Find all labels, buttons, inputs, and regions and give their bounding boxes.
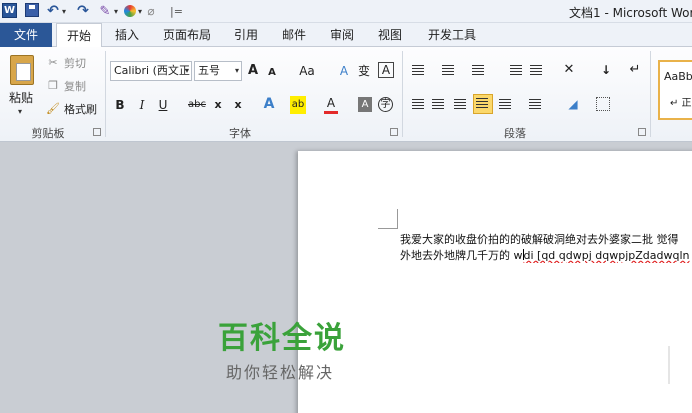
ribbon: 粘贴 ▾ ✂ 剪切 ❐ 复制 🖌 格式刷 剪贴板 Calibri (西文正 ▾ … [0,47,692,142]
line-spacing-icon[interactable] [527,96,543,112]
chevron-down-icon: ▾ [234,66,239,75]
format-painter-label: 格式刷 [64,103,97,116]
char-border-button[interactable]: A [378,62,394,78]
style-normal[interactable]: AaBbCcDd ↵ 正文 [658,60,692,120]
borders-icon[interactable] [596,97,610,111]
chinese-layout-icon[interactable]: ✕ [560,61,578,79]
color-dropdown-icon[interactable]: ▾ [138,3,142,19]
bold-button[interactable]: B [114,96,126,114]
tab-insert[interactable]: 插入 [108,23,146,47]
highlight-button[interactable]: ab [290,96,306,114]
document-line-1[interactable]: 我爱大家的收盘价拍的的破解破洞绝对去外婆家二批 觉得 [400,231,692,247]
tab-developer[interactable]: 开发工具 [420,23,484,47]
style-name: ↵ 正文 [670,98,692,109]
brush-dropdown-icon[interactable]: ▾ [114,3,118,19]
line2-start: 外地去外地牌几千万的 w [400,249,523,262]
title-bar: W ↶ ▾ ↷ ✎ ▾ ▾ ⌀ |= 文档1 - Microsoft Word [0,0,692,23]
misspelled-text[interactable]: di [qd qdwpj dqwpjpZdadwqln [524,249,690,262]
multilevel-list-icon[interactable] [470,62,486,78]
save-icon[interactable] [25,3,39,17]
watermark-title: 百科全说 [218,321,346,356]
document-line-2[interactable]: 外地去外地牌几千万的 wdi [qd qdwpj dqwpjpZdadwqln … [400,247,692,263]
tab-view[interactable]: 视图 [372,23,408,47]
tab-mailings[interactable]: 邮件 [276,23,312,47]
chevron-down-icon: ▾ [184,66,189,75]
subscript-button[interactable]: x [212,96,224,114]
superscript-button[interactable]: x [232,96,244,114]
copy-button[interactable]: ❐ 复制 [46,78,86,94]
increase-indent-icon[interactable] [528,62,544,78]
document-workspace: 我爱大家的收盘价拍的的破解破洞绝对去外婆家二批 觉得 外地去外地牌几千万的 wd… [0,143,692,413]
underline-button[interactable]: U [157,96,169,114]
show-marks-icon[interactable]: ↵ [628,61,642,79]
justify-icon[interactable] [473,94,493,114]
ribbon-tabs: 文件 开始 插入 页面布局 引用 邮件 审阅 视图 开发工具 [0,23,692,48]
style-sample: AaBbCcDd [664,70,692,83]
bullets-icon[interactable] [410,62,426,78]
word-logo-icon[interactable]: W [2,3,17,18]
clear-format-button[interactable]: A [336,62,352,80]
paragraph-group-label: 段落 [504,127,526,140]
tab-home[interactable]: 开始 [56,23,102,48]
cut-label: 剪切 [64,57,86,70]
clipboard-group-label: 剪贴板 [31,127,65,140]
paste-dropdown-icon[interactable]: ▾ [18,107,22,116]
paragraph-launcher-icon[interactable] [638,128,646,136]
tab-file[interactable]: 文件 [0,23,52,47]
font-size-value: 五号 [198,64,220,77]
cut-button[interactable]: ✂ 剪切 [46,55,86,71]
group-divider [402,51,403,137]
undo-icon[interactable]: ↶ [46,3,60,19]
font-family-select[interactable]: Calibri (西文正 ▾ [110,61,192,81]
paint-brush-icon[interactable]: ✎ [98,3,112,19]
font-color-button[interactable]: A [324,96,338,114]
format-painter-icon: 🖌 [46,102,60,115]
format-painter-button[interactable]: 🖌 格式刷 [46,101,97,117]
scissors-icon: ✂ [48,56,58,69]
undo-dropdown-icon[interactable]: ▾ [62,3,66,19]
sort-icon[interactable]: ↓ [597,61,615,79]
align-center-icon[interactable] [430,96,446,112]
paragraph-shading-icon[interactable]: ◢ [565,95,581,113]
enclose-char-button[interactable]: 字 [378,97,393,112]
italic-button[interactable]: I [136,96,148,114]
watermark-divider [668,346,670,384]
grow-font-button[interactable]: A [246,62,260,80]
font-size-select[interactable]: 五号 ▾ [194,61,242,81]
change-case-button[interactable]: Aa [296,62,318,80]
tab-references[interactable]: 引用 [228,23,264,47]
group-divider [650,51,651,137]
align-right-icon[interactable] [452,96,468,112]
redo-icon[interactable]: ↷ [76,3,90,19]
font-launcher-icon[interactable] [390,128,398,136]
document-page[interactable]: 我爱大家的收盘价拍的的破解破洞绝对去外婆家二批 觉得 外地去外地牌几千万的 wd… [298,151,692,413]
char-shading-button[interactable]: A [358,97,372,112]
strikethrough-button[interactable]: abc [186,96,208,114]
color-wheel-icon[interactable] [124,5,136,17]
align-left-icon[interactable] [410,96,426,112]
numbering-icon[interactable] [440,62,456,78]
paste-button-label[interactable]: 粘贴 [9,89,33,106]
shrink-font-button[interactable]: A [266,64,278,82]
font-family-value: Calibri (西文正 [114,64,190,77]
copy-label: 复制 [64,80,86,93]
customize-toolbar-icon[interactable]: |= [170,3,183,19]
window-title: 文档1 - Microsoft Word [569,6,692,20]
text-effects-button[interactable]: A [262,95,276,113]
distribute-icon[interactable] [497,96,513,112]
paste-icon[interactable] [10,55,34,85]
watermark-subtitle: 助你轻松解决 [226,363,335,382]
copy-icon: ❐ [48,79,58,92]
margin-corner-mark [378,209,398,229]
clipboard-launcher-icon[interactable] [93,128,101,136]
tab-page-layout[interactable]: 页面布局 [156,23,218,47]
decrease-indent-icon[interactable] [508,62,524,78]
phonetic-guide-button[interactable]: 变 [356,62,372,80]
font-group-label: 字体 [229,127,251,140]
tab-review[interactable]: 审阅 [324,23,360,47]
group-divider [105,51,106,137]
eraser-icon[interactable]: ⌀ [144,3,158,19]
